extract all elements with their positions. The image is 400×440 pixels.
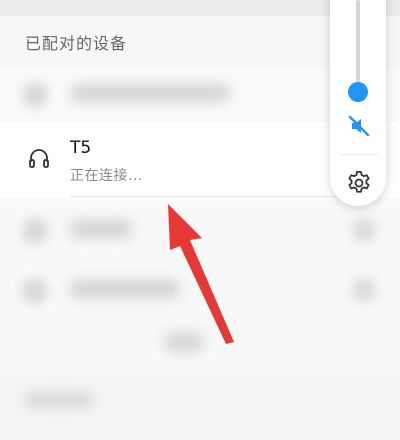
- blurred-settings-icon[interactable]: [352, 218, 376, 242]
- device-name: T5: [70, 138, 92, 158]
- volume-slider-thumb[interactable]: [348, 82, 368, 102]
- blurred-settings-icon[interactable]: [352, 278, 376, 302]
- blurred-device-label: [70, 84, 230, 102]
- volume-slider-track[interactable]: [356, 0, 360, 92]
- footer-card: [0, 376, 400, 440]
- blurred-device-icon: [22, 278, 48, 304]
- headphones-icon: [29, 149, 49, 168]
- blurred-footer-label: [24, 392, 94, 408]
- panel-divider: [340, 154, 378, 155]
- volume-mute-icon[interactable]: [345, 112, 373, 140]
- section-title: 已配对的设备: [25, 34, 128, 53]
- blurred-device-icon: [22, 218, 48, 244]
- annotation-arrow: [168, 204, 234, 344]
- device-status: 正在连接...: [70, 168, 143, 184]
- blurred-device-label: [70, 220, 132, 238]
- blurred-device-icon: [22, 82, 48, 108]
- gear-icon[interactable]: [345, 169, 373, 197]
